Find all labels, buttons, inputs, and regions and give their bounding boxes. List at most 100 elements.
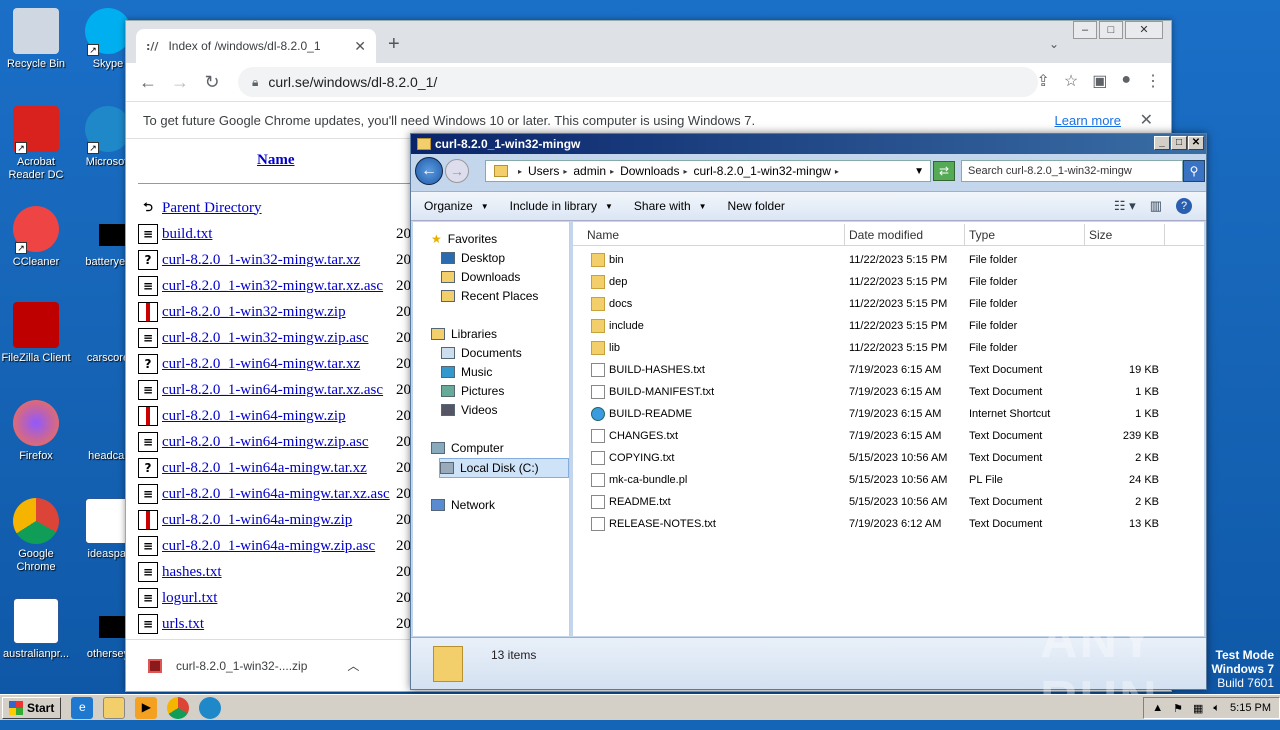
refresh-icon[interactable]: ⇄: [933, 161, 955, 181]
file-link[interactable]: curl-8.2.0_1-win64-mingw.zip.asc: [162, 434, 368, 451]
file-link[interactable]: curl-8.2.0_1-win64a-mingw.zip.asc: [162, 538, 375, 555]
file-link[interactable]: curl-8.2.0_1-win32-mingw.tar.xz: [162, 252, 360, 269]
share-with-button[interactable]: Share with: [634, 199, 691, 213]
nav-libraries[interactable]: Libraries: [431, 327, 497, 341]
organize-button[interactable]: Organize: [424, 199, 473, 213]
file-link[interactable]: curl-8.2.0_1-win32-mingw.zip: [162, 304, 346, 321]
file-row[interactable]: RELEASE-NOTES.txt 7/19/2023 6:12 AM Text D…: [573, 514, 1204, 536]
menu-kebab-icon[interactable]: ⋮: [1145, 71, 1161, 91]
start-button[interactable]: Start: [2, 696, 62, 719]
parent-directory-link[interactable]: Parent Directory: [162, 200, 262, 217]
file-link[interactable]: build.txt: [162, 226, 212, 243]
nav-favorites[interactable]: ★ Favorites: [431, 232, 497, 246]
file-link[interactable]: curl-8.2.0_1-win64-mingw.tar.xz: [162, 356, 360, 373]
media-player-icon[interactable]: ▶: [135, 696, 158, 719]
volume-icon[interactable]: 🔈︎: [1213, 702, 1220, 715]
browser-tab[interactable]: :// Index of /windows/dl-8.2.0_1 ✕: [136, 29, 376, 63]
desktop-icon-recycle-bin[interactable]: Recycle Bin: [0, 8, 72, 71]
file-row[interactable]: lib 11/22/2023 5:15 PM File folder: [573, 338, 1204, 360]
forward-arrow-icon[interactable]: →: [164, 72, 196, 93]
nav-recent-places[interactable]: Recent Places: [441, 289, 538, 303]
profile-avatar-icon[interactable]: ●: [1121, 71, 1131, 91]
file-link[interactable]: curl-8.2.0_1-win64-mingw.zip: [162, 408, 346, 425]
breadcrumb-admin[interactable]: admin: [573, 164, 606, 178]
nav-documents[interactable]: Documents: [441, 346, 522, 360]
file-link[interactable]: curl-8.2.0_1-win64a-mingw.tar.xz: [162, 460, 367, 477]
file-row[interactable]: README.txt 5/15/2023 10:56 AM Text Documen…: [573, 492, 1204, 514]
tab-search-icon[interactable]: ⌄: [1049, 37, 1059, 51]
flag-icon[interactable]: ⚑: [1173, 702, 1183, 715]
view-options-icon[interactable]: ☷ ▾: [1114, 198, 1136, 214]
nav-music[interactable]: Music: [441, 365, 492, 379]
new-tab-button[interactable]: +: [388, 33, 400, 56]
nav-videos[interactable]: Videos: [441, 403, 497, 417]
close-button[interactable]: ✕: [1188, 136, 1204, 150]
back-arrow-icon[interactable]: ←: [132, 72, 164, 93]
share-icon[interactable]: ⇪: [1036, 71, 1049, 91]
file-row[interactable]: dep 11/22/2023 5:15 PM File folder: [573, 272, 1204, 294]
file-row[interactable]: CHANGES.txt 7/19/2023 6:15 AM Text Documen…: [573, 426, 1204, 448]
tray-expand-icon[interactable]: ▲: [1152, 702, 1163, 714]
breadcrumb-current[interactable]: curl-8.2.0_1-win32-mingw: [693, 164, 830, 178]
file-row[interactable]: bin 11/22/2023 5:15 PM File folder: [573, 250, 1204, 272]
file-row[interactable]: mk-ca-bundle.pl 5/15/2023 10:56 AM PL File…: [573, 470, 1204, 492]
nav-network[interactable]: Network: [431, 498, 495, 512]
desktop-icon-australianpr[interactable]: australianpr...: [0, 598, 72, 661]
name-column-header[interactable]: Name: [583, 224, 845, 246]
minimize-button[interactable]: –: [1073, 21, 1097, 39]
file-link[interactable]: curl-8.2.0_1-win32-mingw.zip.asc: [162, 330, 368, 347]
address-bar[interactable]: 🔒︎ curl.se/windows/dl-8.2.0_1/: [238, 67, 1038, 97]
new-folder-button[interactable]: New folder: [728, 199, 785, 213]
file-link[interactable]: logurl.txt: [162, 590, 217, 607]
nav-computer[interactable]: Computer: [431, 441, 504, 455]
search-input[interactable]: Search curl-8.2.0_1-win32-mingw: [961, 160, 1183, 182]
file-link[interactable]: hashes.txt: [162, 564, 222, 581]
breadcrumb-downloads[interactable]: Downloads: [620, 164, 679, 178]
edge-taskbar-icon[interactable]: [199, 696, 222, 719]
file-link[interactable]: curl-8.2.0_1-win32-mingw.tar.xz.asc: [162, 278, 383, 295]
nav-local-disk[interactable]: Local Disk (C:): [439, 458, 569, 478]
desktop-icon-acrobat[interactable]: ↗ Acrobat Reader DC: [0, 106, 72, 182]
ie-icon[interactable]: e: [71, 696, 94, 719]
type-column-header[interactable]: Type: [965, 224, 1085, 246]
explorer-taskbar-icon[interactable]: [103, 696, 126, 719]
file-link[interactable]: curl-8.2.0_1-win64-mingw.tar.xz.asc: [162, 382, 383, 399]
close-tab-icon[interactable]: ✕: [354, 38, 366, 55]
download-item-name[interactable]: curl-8.2.0_1-win32-....zip: [176, 659, 307, 673]
back-arrow-icon[interactable]: ←: [415, 157, 443, 185]
desktop-icon-firefox[interactable]: Firefox: [0, 400, 72, 463]
nav-downloads[interactable]: Downloads: [441, 270, 520, 284]
size-column-header[interactable]: Size: [1085, 224, 1165, 246]
file-row[interactable]: docs 11/22/2023 5:15 PM File folder: [573, 294, 1204, 316]
chevron-up-icon[interactable]: ︿: [347, 657, 359, 674]
minimize-button[interactable]: _: [1154, 136, 1170, 150]
breadcrumb-users[interactable]: Users: [528, 164, 559, 178]
search-icon[interactable]: ⚲: [1183, 160, 1205, 182]
reload-icon[interactable]: ↻: [196, 72, 228, 93]
file-row[interactable]: COPYING.txt 5/15/2023 10:56 AM Text Docume…: [573, 448, 1204, 470]
desktop-icon-chrome[interactable]: Google Chrome: [0, 498, 72, 574]
file-link[interactable]: urls.txt: [162, 616, 204, 633]
include-in-library-button[interactable]: Include in library: [510, 199, 597, 213]
name-column-header[interactable]: Name: [257, 152, 295, 169]
close-infobar-icon[interactable]: ✕: [1140, 110, 1153, 130]
file-link[interactable]: curl-8.2.0_1-win64a-mingw.zip: [162, 512, 352, 529]
file-row[interactable]: BUILD-MANIFEST.txt 7/19/2023 6:15 AM Text …: [573, 382, 1204, 404]
file-row[interactable]: BUILD-HASHES.txt 7/19/2023 6:15 AM Text Do…: [573, 360, 1204, 382]
side-panel-icon[interactable]: ▣: [1092, 71, 1107, 91]
maximize-button[interactable]: □: [1099, 21, 1123, 39]
breadcrumb[interactable]: ▸ Users ▸ admin ▸ Downloads ▸ curl-8.2.0_1-w…: [485, 160, 931, 182]
forward-arrow-icon[interactable]: →: [445, 159, 469, 183]
maximize-button[interactable]: □: [1171, 136, 1187, 150]
file-row[interactable]: BUILD-README 7/19/2023 6:15 AM Internet Sh…: [573, 404, 1204, 426]
desktop-icon-filezilla[interactable]: FileZilla Client: [0, 302, 72, 365]
nav-desktop[interactable]: Desktop: [441, 251, 505, 265]
bookmark-star-icon[interactable]: ☆: [1064, 71, 1078, 91]
chrome-taskbar-icon[interactable]: [167, 696, 190, 719]
chevron-down-icon[interactable]: ▼: [914, 166, 924, 177]
date-column-header[interactable]: Date modified: [845, 224, 965, 246]
file-link[interactable]: curl-8.2.0_1-win64a-mingw.tar.xz.asc: [162, 486, 390, 503]
file-row[interactable]: include 11/22/2023 5:15 PM File folder: [573, 316, 1204, 338]
help-icon[interactable]: ?: [1176, 198, 1192, 214]
close-button[interactable]: ✕: [1125, 21, 1163, 39]
